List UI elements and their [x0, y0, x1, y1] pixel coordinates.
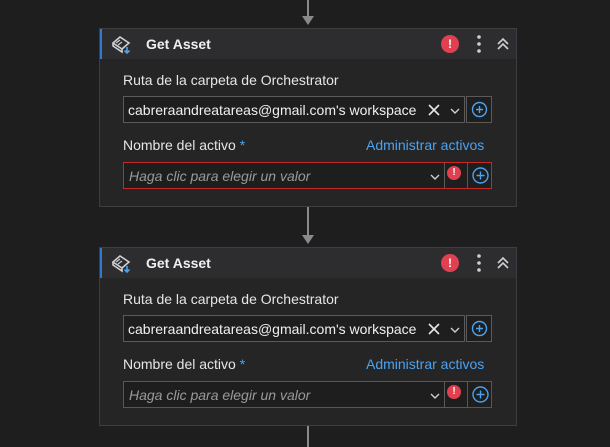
flow-arrow [302, 16, 314, 25]
divider [444, 382, 445, 407]
required-mark: * [239, 356, 246, 372]
get-asset-activity[interactable]: Get Asset ! Ruta de la carpeta de Orches… [99, 247, 517, 426]
add-variable-icon [471, 101, 488, 118]
asset-name-label-text: Nombre del activo [123, 356, 236, 372]
add-variable-button[interactable] [466, 96, 492, 123]
asset-name-label: Nombre del activo * [123, 356, 245, 372]
divider [467, 382, 468, 407]
asset-name-select[interactable]: Haga clic para elegir un valor ! [123, 162, 492, 189]
more-options-icon[interactable] [472, 253, 486, 273]
add-variable-icon[interactable] [471, 385, 490, 404]
error-icon[interactable]: ! [441, 254, 459, 272]
asset-name-label-text: Nombre del activo [123, 137, 236, 153]
clear-icon[interactable] [427, 103, 441, 117]
flow-connector [307, 426, 309, 447]
divider [444, 163, 445, 188]
chevron-down-icon[interactable] [429, 390, 441, 402]
collapse-icon[interactable] [495, 255, 511, 271]
asset-name-select[interactable]: Haga clic para elegir un valor ! [123, 381, 492, 408]
asset-name-label: Nombre del activo * [123, 137, 245, 153]
clear-icon[interactable] [427, 322, 441, 336]
add-variable-icon[interactable] [471, 166, 490, 185]
folder-path-label: Ruta de la carpeta de Orchestrator [123, 291, 339, 307]
get-asset-activity[interactable]: Get Asset ! Ruta de la carpeta de Orches… [99, 28, 517, 207]
chevron-down-icon[interactable] [449, 105, 461, 117]
error-icon[interactable]: ! [447, 385, 461, 399]
get-asset-icon [111, 35, 131, 54]
chevron-down-icon[interactable] [429, 171, 441, 183]
add-variable-button[interactable] [466, 315, 492, 342]
get-asset-icon [111, 254, 131, 273]
chevron-down-icon[interactable] [449, 324, 461, 336]
divider [467, 163, 468, 188]
folder-path-label: Ruta de la carpeta de Orchestrator [123, 72, 339, 88]
required-mark: * [239, 137, 246, 153]
asset-name-placeholder: Haga clic para elegir un valor [129, 387, 311, 403]
add-variable-icon [471, 320, 488, 337]
manage-assets-link[interactable]: Administrar activos [366, 356, 484, 372]
manage-assets-link[interactable]: Administrar activos [366, 137, 484, 153]
flow-arrow [302, 235, 314, 244]
more-options-icon[interactable] [472, 34, 486, 54]
activity-header[interactable]: Get Asset ! [100, 248, 516, 278]
activity-header[interactable]: Get Asset ! [100, 29, 516, 59]
folder-path-select[interactable]: cabreraandreatareas@gmail.com's workspac… [123, 315, 465, 342]
collapse-icon[interactable] [495, 36, 511, 52]
asset-name-placeholder: Haga clic para elegir un valor [129, 168, 311, 184]
error-icon[interactable]: ! [441, 35, 459, 53]
folder-path-select[interactable]: cabreraandreatareas@gmail.com's workspac… [123, 96, 465, 123]
activity-title: Get Asset [146, 255, 211, 271]
flow-connector [307, 207, 309, 235]
folder-path-value: cabreraandreatareas@gmail.com's workspac… [128, 102, 417, 118]
folder-path-value: cabreraandreatareas@gmail.com's workspac… [128, 321, 417, 337]
activity-title: Get Asset [146, 36, 211, 52]
error-icon[interactable]: ! [447, 166, 461, 180]
